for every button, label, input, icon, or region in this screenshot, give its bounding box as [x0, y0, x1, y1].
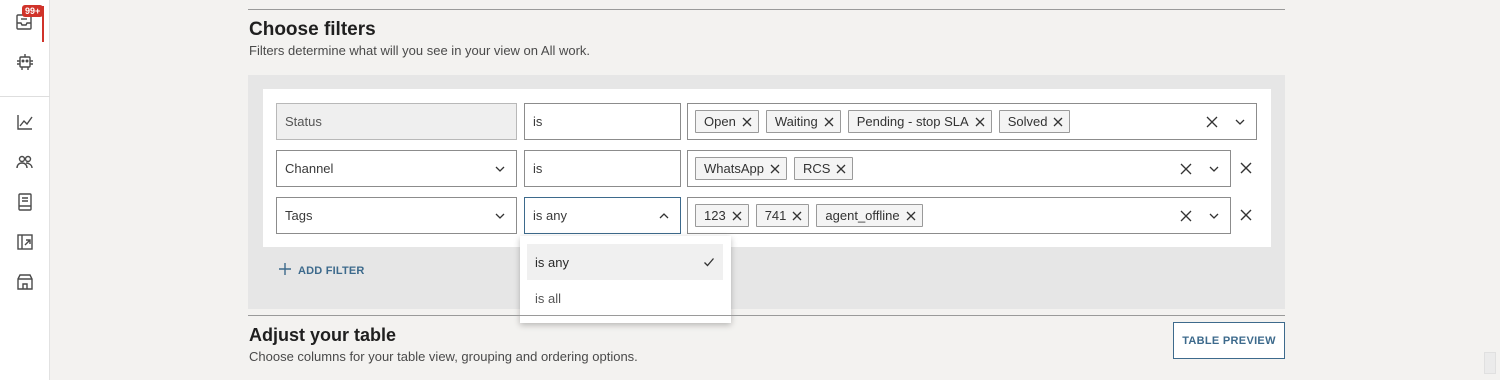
knowledge-icon	[15, 192, 35, 217]
remove-chip-icon[interactable]	[770, 164, 780, 174]
filter-values-channel[interactable]: WhatsApp RCS	[687, 150, 1231, 187]
filter-field-label: Status	[285, 114, 322, 129]
filter-field-select-status: Status	[276, 103, 517, 140]
filter-operator-status[interactable]: is	[524, 103, 681, 140]
remove-filter-icon[interactable]	[1239, 208, 1253, 222]
notification-badge: 99+	[22, 5, 44, 17]
filter-field-label: Channel	[285, 161, 334, 176]
clear-values-icon[interactable]	[1179, 209, 1193, 223]
filters-section-title: Choose filters	[249, 19, 376, 40]
section-divider-top	[248, 9, 1285, 10]
filter-values-tags[interactable]: 123 741 agent_offline	[687, 197, 1231, 234]
sidebar-item-contacts[interactable]	[6, 146, 44, 182]
chevron-down-icon[interactable]	[1234, 116, 1246, 128]
add-filter-label: ADD FILTER	[298, 264, 365, 277]
value-chip: Waiting	[765, 110, 841, 133]
remove-chip-icon[interactable]	[792, 211, 802, 221]
chevron-down-icon[interactable]	[1208, 210, 1220, 222]
dropdown-option-is-any[interactable]: is any	[527, 244, 723, 280]
add-filter-button[interactable]: ADD FILTER	[278, 262, 365, 279]
filter-field-label: Tags	[285, 208, 313, 223]
checkmark-icon	[703, 256, 715, 268]
table-section-subtitle: Choose columns for your table view, grou…	[249, 349, 638, 364]
chevron-up-icon	[658, 210, 670, 222]
scrollbar-corner	[1484, 352, 1496, 374]
sidebar: 99+	[0, 0, 50, 380]
sidebar-item-bot[interactable]	[6, 46, 44, 82]
sidebar-item-inbox[interactable]: 99+	[6, 5, 44, 42]
filter-field-select-channel[interactable]: Channel	[276, 150, 517, 187]
value-chip: RCS	[793, 157, 854, 180]
filter-field-select-tags[interactable]: Tags	[276, 197, 517, 234]
filter-operator-label: is	[533, 114, 543, 129]
filter-operator-channel[interactable]: is	[524, 150, 681, 187]
store-icon	[15, 272, 35, 297]
analytics-icon	[15, 112, 35, 137]
filter-operator-label: is	[533, 161, 543, 176]
value-chip: Solved	[998, 110, 1071, 133]
clear-values-icon[interactable]	[1205, 115, 1219, 129]
remove-chip-icon[interactable]	[906, 211, 916, 221]
clear-values-icon[interactable]	[1179, 162, 1193, 176]
value-chip: Pending - stop SLA	[847, 110, 992, 133]
value-chip: 123	[695, 204, 749, 227]
sidebar-item-analytics[interactable]	[6, 106, 44, 142]
remove-chip-icon[interactable]	[732, 211, 742, 221]
remove-chip-icon[interactable]	[824, 117, 834, 127]
plus-icon	[278, 262, 298, 279]
table-section-title: Adjust your table	[249, 325, 397, 345]
contacts-icon	[15, 152, 35, 177]
sidebar-item-knowledge[interactable]	[6, 186, 44, 222]
bot-icon	[15, 52, 35, 77]
filter-values-status[interactable]: Open Waiting Pending - stop SLA Solved	[687, 103, 1257, 140]
dropdown-option-is-all[interactable]: is all	[527, 280, 723, 316]
value-chip: WhatsApp	[695, 157, 787, 180]
filters-section-subtitle: Filters determine what will you see in y…	[249, 43, 591, 58]
chevron-down-icon	[494, 163, 506, 175]
filter-operator-label: is any	[533, 208, 567, 223]
sidebar-divider	[0, 96, 50, 97]
remove-chip-icon[interactable]	[1053, 117, 1063, 127]
sidebar-item-campaigns[interactable]	[6, 226, 44, 262]
chevron-down-icon	[494, 210, 506, 222]
remove-filter-icon[interactable]	[1239, 161, 1253, 175]
chevron-down-icon[interactable]	[1208, 163, 1220, 175]
section-divider-mid	[248, 315, 1285, 316]
remove-chip-icon[interactable]	[836, 164, 846, 174]
filter-operator-tags[interactable]: is any	[524, 197, 681, 234]
operator-dropdown-menu: is any is all	[520, 236, 731, 323]
remove-chip-icon[interactable]	[975, 117, 985, 127]
value-chip: agent_offline	[816, 204, 923, 227]
campaigns-icon	[15, 232, 35, 257]
filter-panel: Status is Open Waiting Pending - stop SL…	[248, 75, 1285, 309]
table-preview-button[interactable]: TABLE PREVIEW	[1173, 322, 1285, 359]
remove-chip-icon[interactable]	[742, 117, 752, 127]
value-chip: Open	[695, 110, 759, 133]
value-chip: 741	[755, 204, 810, 227]
filter-card: Status is Open Waiting Pending - stop SL…	[263, 89, 1271, 247]
sidebar-item-store[interactable]	[6, 266, 44, 302]
